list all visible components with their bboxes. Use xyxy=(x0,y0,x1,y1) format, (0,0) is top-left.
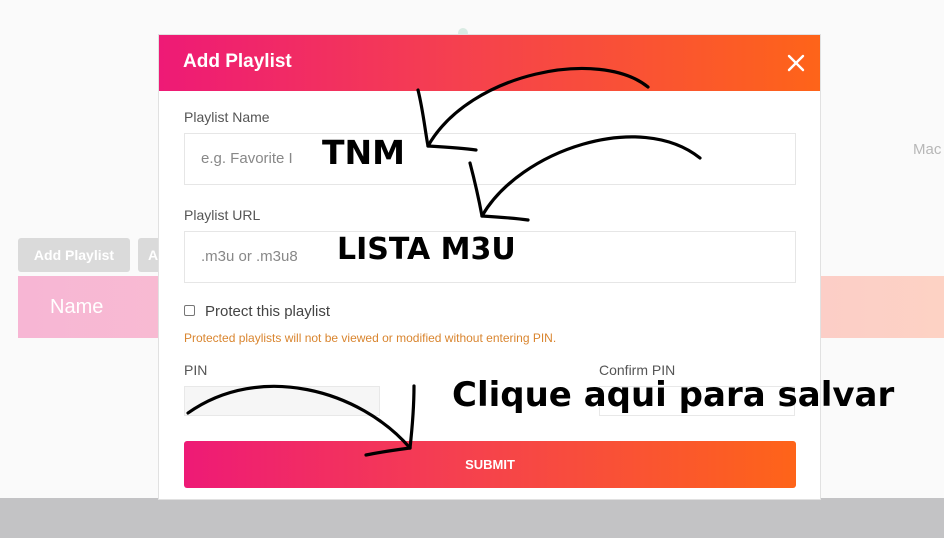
annotation-tnm: TNM xyxy=(322,133,405,172)
protect-playlist-label[interactable]: Protect this playlist xyxy=(205,303,330,320)
pin-input[interactable] xyxy=(184,386,380,416)
modal-title: Add Playlist xyxy=(183,51,292,72)
protect-playlist-checkbox[interactable] xyxy=(184,305,195,316)
protect-hint-text: Protected playlists will not be viewed o… xyxy=(184,331,557,345)
playlist-name-input[interactable]: e.g. Favorite I xyxy=(184,133,796,185)
annotation-lista-m3u: LISTA M3U xyxy=(337,232,516,267)
background-add-playlist-button[interactable]: Add Playlist xyxy=(18,238,130,272)
annotation-clique-salvar: Clique aqui para salvar xyxy=(452,375,895,415)
submit-button[interactable]: SUBMIT xyxy=(184,441,796,488)
mac-address-label: Mac xyxy=(913,141,942,158)
close-icon[interactable] xyxy=(786,53,806,73)
modal-header: Add Playlist xyxy=(159,35,820,91)
add-playlist-modal: Add Playlist Playlist Name e.g. Favorite… xyxy=(158,34,821,500)
pin-label: PIN xyxy=(184,362,208,378)
table-header-name: Name xyxy=(50,296,104,318)
playlist-name-label: Playlist Name xyxy=(184,109,270,125)
playlist-url-label: Playlist URL xyxy=(184,207,261,223)
page-footer-bar xyxy=(0,498,944,538)
